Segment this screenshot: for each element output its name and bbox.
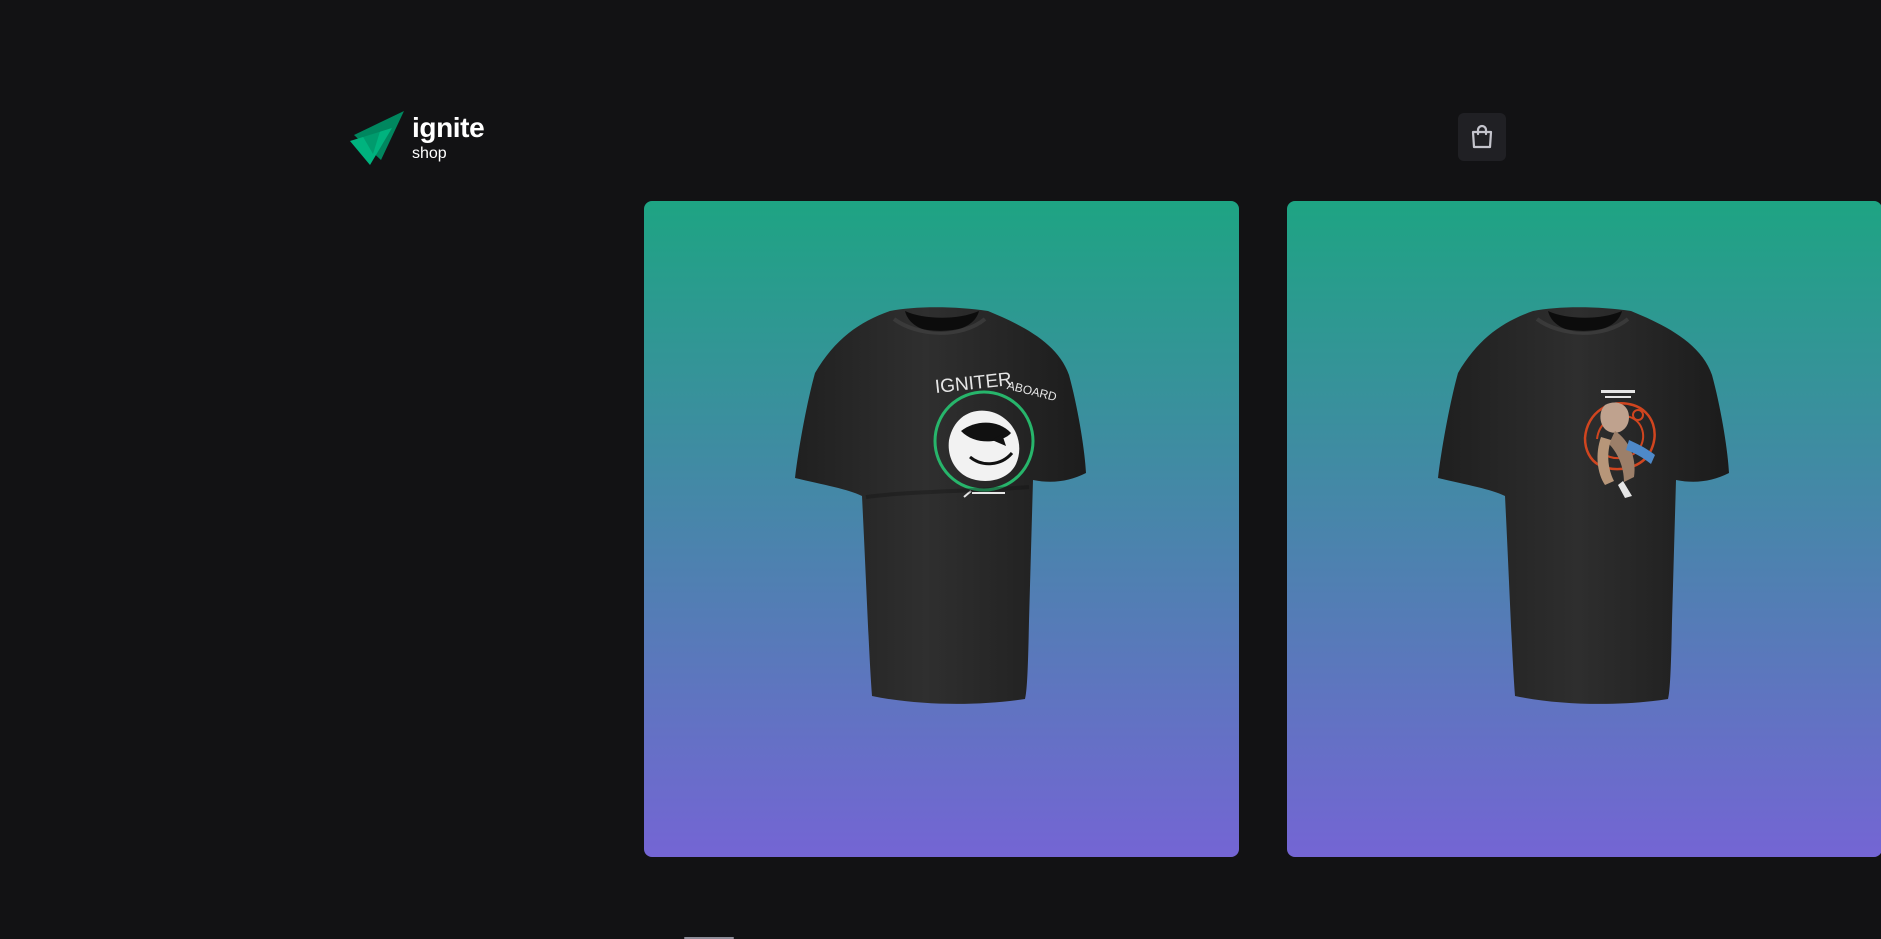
shopping-bag-icon <box>1471 124 1493 149</box>
ignite-logo-icon <box>350 111 404 165</box>
tshirt-image <box>1438 307 1729 704</box>
cart-button[interactable] <box>1458 113 1506 161</box>
product-card[interactable]: IGNITER ABOARD <box>644 201 1239 857</box>
product-card[interactable] <box>1287 201 1881 857</box>
product-carousel[interactable]: IGNITER ABOARD <box>644 201 1881 857</box>
logo-title: ignite <box>412 112 485 143</box>
app-root: ignite shop IGNITER ABOARD <box>0 0 1881 939</box>
logo-subtitle: shop <box>412 145 447 162</box>
header: ignite shop <box>350 110 1532 166</box>
logo-link[interactable]: ignite shop <box>350 110 485 166</box>
tshirt-image: IGNITER ABOARD <box>795 307 1086 704</box>
logo-text: ignite shop <box>412 112 485 162</box>
